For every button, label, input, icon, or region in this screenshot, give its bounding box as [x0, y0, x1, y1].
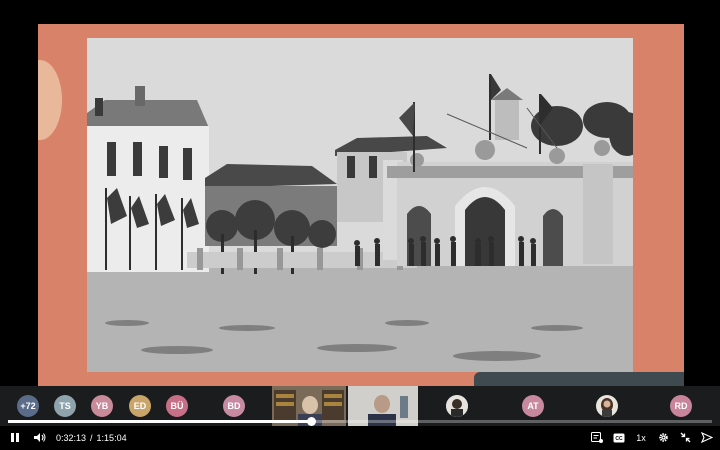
- captions-button[interactable]: CC: [612, 428, 626, 448]
- fullscreen-button[interactable]: [678, 428, 692, 448]
- pause-button[interactable]: [6, 428, 24, 448]
- participant-avatar: BD: [223, 395, 245, 417]
- historic-photo: [87, 38, 633, 372]
- seek-bar[interactable]: [8, 417, 712, 426]
- video-player[interactable]: +72 TS YB ED BÜ BD AT RD 0:32:13 / 1:15:…: [0, 0, 720, 450]
- transcript-icon: [591, 432, 603, 443]
- captions-icon: CC: [613, 433, 625, 442]
- settings-button[interactable]: [656, 428, 670, 448]
- duration-time: 1:15:04: [96, 432, 127, 443]
- right-controls: CC 1x: [590, 425, 714, 450]
- player-controls: 0:32:13 / 1:15:04 CC 1x: [0, 425, 720, 450]
- volume-button[interactable]: [30, 428, 48, 448]
- svg-text:CC: CC: [615, 436, 623, 442]
- historic-photo-drawing: [87, 38, 633, 372]
- current-time: 0:32:13: [56, 432, 87, 443]
- playback-speed-button[interactable]: 1x: [634, 428, 648, 448]
- participant-avatar: RD: [670, 395, 692, 417]
- seek-bar-fill: [8, 420, 311, 423]
- send-icon: [701, 432, 713, 443]
- share-button[interactable]: [700, 428, 714, 448]
- transcript-button[interactable]: [590, 428, 604, 448]
- pause-icon: [11, 433, 19, 442]
- more-participants-badge: +72: [17, 395, 39, 417]
- decorative-band: [474, 372, 684, 386]
- participant-photo-avatar: [596, 395, 618, 417]
- decorative-arc: [38, 60, 62, 140]
- profile-photo: [596, 395, 618, 417]
- participant-photo-avatar: [446, 395, 468, 417]
- participant-avatar: TS: [54, 395, 76, 417]
- participant-avatar: AT: [522, 395, 544, 417]
- volume-icon: [33, 433, 45, 442]
- profile-photo: [446, 395, 468, 417]
- participant-avatar: BÜ: [166, 395, 188, 417]
- collapse-icon: [680, 432, 690, 443]
- gear-icon: [658, 433, 668, 442]
- participant-avatar: YB: [91, 395, 113, 417]
- participant-avatar: ED: [129, 395, 151, 417]
- time-separator: /: [90, 432, 93, 443]
